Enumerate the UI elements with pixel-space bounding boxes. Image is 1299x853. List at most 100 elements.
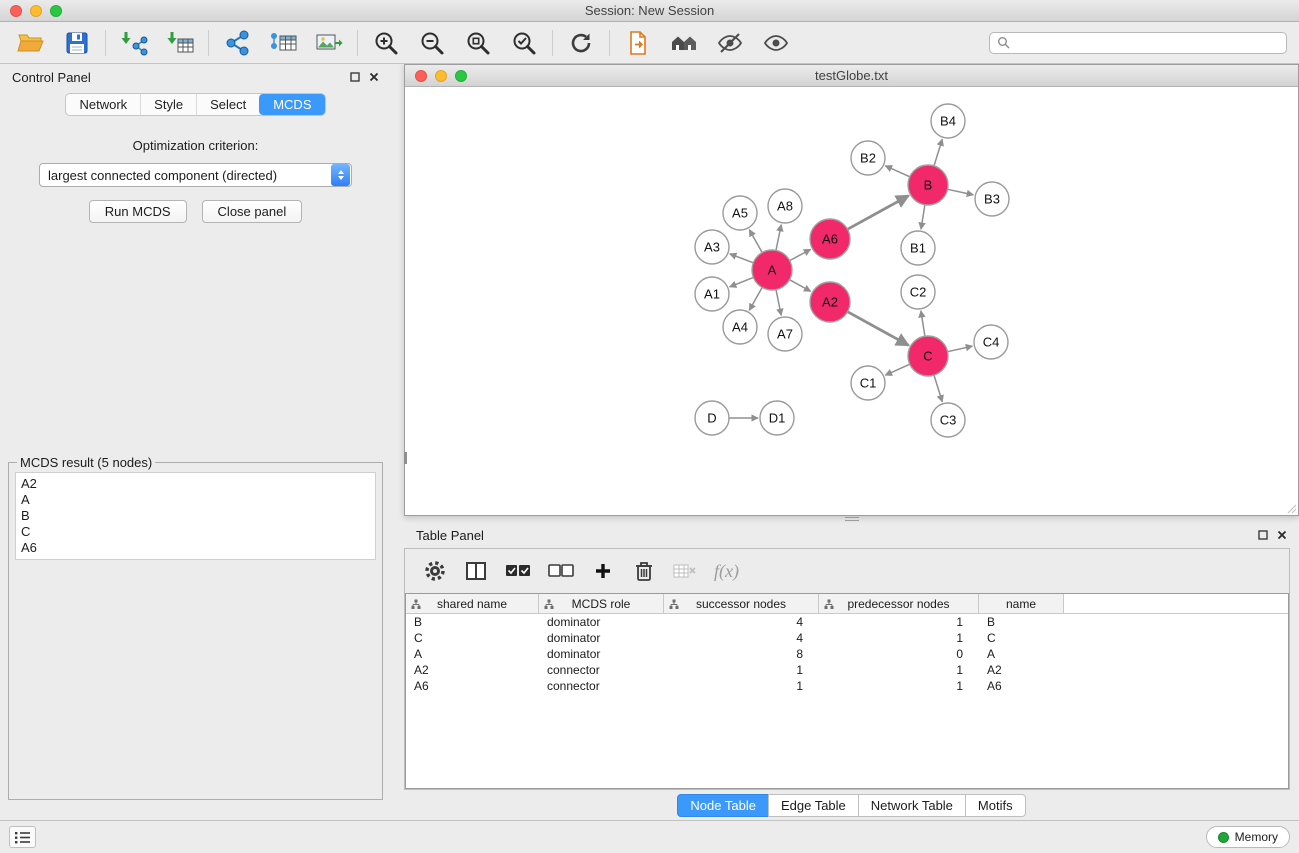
table-row[interactable]: A2 connector 1 1 A2 xyxy=(406,662,1288,678)
network-canvas[interactable]: B4B2BB3A5A8A6B1A3AA1C2A2A4A7C4C1CC3DD1 xyxy=(405,87,1298,515)
graph-node-C4[interactable]: C4 xyxy=(974,325,1008,359)
close-table-panel-icon[interactable] xyxy=(1277,530,1287,540)
result-item[interactable]: A6 xyxy=(21,540,370,556)
graph-node-D[interactable]: D xyxy=(695,401,729,435)
refresh-button[interactable] xyxy=(562,27,600,59)
network-graph[interactable]: B4B2BB3A5A8A6B1A3AA1C2A2A4A7C4C1CC3DD1 xyxy=(405,87,1298,515)
tab-style[interactable]: Style xyxy=(140,94,196,115)
graph-node-C1[interactable]: C1 xyxy=(851,366,885,400)
result-item[interactable]: C xyxy=(21,524,370,540)
cell-mcds-role[interactable]: dominator xyxy=(539,615,664,629)
graph-node-B1[interactable]: B1 xyxy=(901,231,935,265)
close-window-button[interactable] xyxy=(10,5,22,17)
graph-node-D1[interactable]: D1 xyxy=(760,401,794,435)
tab-node-table[interactable]: Node Table xyxy=(677,794,769,817)
left-splitter-handle[interactable] xyxy=(404,452,407,464)
graph-edge-B-B2[interactable] xyxy=(885,166,910,177)
cell-shared-name[interactable]: A6 xyxy=(406,679,539,693)
graph-edge-C-C2[interactable] xyxy=(921,311,925,336)
cell-shared-name[interactable]: C xyxy=(406,631,539,645)
new-network-button[interactable] xyxy=(218,27,256,59)
result-item[interactable]: B xyxy=(21,508,370,524)
zoom-in-button[interactable] xyxy=(367,27,405,59)
graph-node-B3[interactable]: B3 xyxy=(975,182,1009,216)
cell-predecessor-nodes[interactable]: 1 xyxy=(819,631,979,645)
open-session-button[interactable] xyxy=(12,27,50,59)
graph-edge-C-C4[interactable] xyxy=(948,346,973,352)
graph-edge-B-B3[interactable] xyxy=(948,189,974,195)
graph-edge-A2-C[interactable] xyxy=(848,312,909,346)
cell-successor-nodes[interactable]: 1 xyxy=(664,679,819,693)
home-button[interactable] xyxy=(665,27,703,59)
cell-name[interactable]: A6 xyxy=(979,679,1064,693)
graph-node-C3[interactable]: C3 xyxy=(931,403,965,437)
cell-predecessor-nodes[interactable]: 1 xyxy=(819,679,979,693)
graph-edge-A-A1[interactable] xyxy=(730,277,754,287)
zoom-network-window-button[interactable] xyxy=(455,70,467,82)
close-panel-icon[interactable] xyxy=(369,72,379,82)
graph-edge-B-B4[interactable] xyxy=(934,139,942,166)
cell-successor-nodes[interactable]: 4 xyxy=(664,631,819,645)
tab-select[interactable]: Select xyxy=(196,94,259,115)
export-image-button[interactable] xyxy=(310,27,348,59)
graph-node-A5[interactable]: A5 xyxy=(723,196,757,230)
table-body[interactable]: B dominator 4 1 B C dominator 4 1 xyxy=(406,614,1288,788)
graph-node-A4[interactable]: A4 xyxy=(723,310,757,344)
cell-name[interactable]: C xyxy=(979,631,1064,645)
table-row[interactable]: A6 connector 1 1 A6 xyxy=(406,678,1288,694)
close-network-window-button[interactable] xyxy=(415,70,427,82)
cell-name[interactable]: A2 xyxy=(979,663,1064,677)
graph-node-A8[interactable]: A8 xyxy=(768,189,802,223)
graph-edge-A-A2[interactable] xyxy=(790,280,811,292)
minimize-network-window-button[interactable] xyxy=(435,70,447,82)
hide-details-button[interactable] xyxy=(711,27,749,59)
zoom-actual-button[interactable] xyxy=(459,27,497,59)
graph-edge-A-A7[interactable] xyxy=(776,290,781,316)
cell-successor-nodes[interactable]: 4 xyxy=(664,615,819,629)
graph-edge-A-A4[interactable] xyxy=(749,287,762,310)
task-history-button[interactable] xyxy=(9,826,36,848)
tab-edge-table[interactable]: Edge Table xyxy=(768,794,859,817)
import-table-file-button[interactable] xyxy=(161,27,199,59)
table-settings-button[interactable] xyxy=(423,557,447,585)
zoom-fit-button[interactable] xyxy=(505,27,543,59)
graph-node-A6[interactable]: A6 xyxy=(810,219,850,259)
cell-shared-name[interactable]: A2 xyxy=(406,663,539,677)
close-panel-button[interactable]: Close panel xyxy=(202,200,303,223)
graph-edge-C-C1[interactable] xyxy=(885,364,910,375)
graph-node-A3[interactable]: A3 xyxy=(695,230,729,264)
unselect-all-columns-button[interactable] xyxy=(548,557,574,585)
search-field[interactable] xyxy=(989,32,1287,54)
memory-button[interactable]: Memory xyxy=(1206,826,1290,848)
graph-edge-A-A5[interactable] xyxy=(749,230,762,253)
graph-edge-A6-B[interactable] xyxy=(848,196,909,230)
column-header-mcds-role[interactable]: MCDS role xyxy=(539,594,664,613)
tab-network[interactable]: Network xyxy=(66,94,140,115)
save-session-button[interactable] xyxy=(58,27,96,59)
zoom-window-button[interactable] xyxy=(50,5,62,17)
result-item[interactable]: A2 xyxy=(21,476,370,492)
cell-mcds-role[interactable]: dominator xyxy=(539,647,664,661)
cell-mcds-role[interactable]: connector xyxy=(539,679,664,693)
delete-table-button[interactable] xyxy=(673,557,697,585)
import-network-file-button[interactable] xyxy=(115,27,153,59)
graph-node-B[interactable]: B xyxy=(908,165,948,205)
graph-node-A[interactable]: A xyxy=(752,250,792,290)
cell-predecessor-nodes[interactable]: 0 xyxy=(819,647,979,661)
delete-column-button[interactable] xyxy=(632,557,656,585)
cell-successor-nodes[interactable]: 8 xyxy=(664,647,819,661)
column-header-name[interactable]: name xyxy=(979,594,1064,613)
graph-node-B2[interactable]: B2 xyxy=(851,141,885,175)
cell-predecessor-nodes[interactable]: 1 xyxy=(819,663,979,677)
function-builder-button[interactable]: f(x) xyxy=(714,557,739,585)
table-row[interactable]: B dominator 4 1 B xyxy=(406,614,1288,630)
horizontal-splitter[interactable] xyxy=(404,516,1299,522)
search-input[interactable] xyxy=(1015,36,1279,50)
float-table-panel-icon[interactable] xyxy=(1258,530,1268,540)
table-row[interactable]: C dominator 4 1 C xyxy=(406,630,1288,646)
result-item[interactable]: A xyxy=(21,492,370,508)
show-columns-button[interactable] xyxy=(464,557,488,585)
cell-shared-name[interactable]: A xyxy=(406,647,539,661)
graph-edge-A-A3[interactable] xyxy=(730,254,754,263)
zoom-out-button[interactable] xyxy=(413,27,451,59)
